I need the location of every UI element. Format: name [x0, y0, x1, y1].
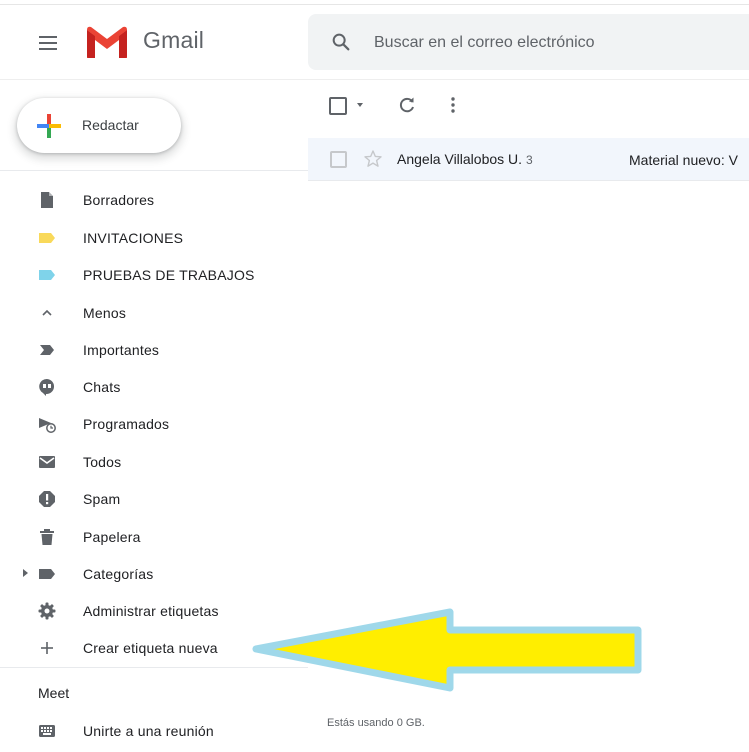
sidebar-item-label: Borradores [83, 192, 155, 208]
sidebar-item-importantes[interactable]: Importantes [0, 334, 300, 366]
sidebar-item-label: Unirte a una reunión [83, 723, 214, 739]
star-icon[interactable] [363, 149, 383, 169]
meet-section-title: Meet [38, 685, 70, 701]
sidebar-item-chats[interactable]: Chats [0, 371, 300, 403]
compose-button[interactable]: Redactar [17, 98, 181, 153]
sidebar-item-label: Spam [83, 491, 121, 507]
sidebar-item-label: Chats [83, 379, 121, 395]
sidebar-item-invitaciones[interactable]: INVITACIONES [0, 222, 300, 254]
sidebar-item-categorias[interactable]: Categorías [0, 558, 300, 590]
scheduled-icon [39, 418, 56, 433]
thread-count: 3 [526, 153, 533, 167]
gmail-logo-icon[interactable] [84, 24, 130, 60]
label-icon [39, 270, 55, 280]
sidebar-item-menos[interactable]: Menos [0, 297, 300, 329]
mail-icon [39, 456, 55, 468]
row-sender: Angela Villalobos U. 3 [397, 151, 533, 167]
sidebar-item-label: Papelera [83, 529, 141, 545]
header-divider [0, 79, 749, 80]
gmail-window: Gmail Redactar Borradores INVITACIONES [0, 0, 749, 752]
search-bar [308, 14, 749, 70]
table-row[interactable]: Angela Villalobos U. 3 Material nuevo: V [308, 138, 749, 181]
spam-icon [39, 491, 55, 507]
row-subject: Material nuevo: V [629, 152, 738, 168]
sidebar-item-label: Crear etiqueta nueva [83, 640, 218, 656]
search-input[interactable] [372, 28, 749, 58]
search-icon[interactable] [330, 31, 352, 53]
category-label-icon [39, 569, 55, 579]
more-vert-icon[interactable] [447, 95, 459, 115]
expand-arrow-icon[interactable] [23, 569, 28, 577]
select-options-chevron-down-icon[interactable] [357, 103, 363, 107]
sidebar-item-pruebas-de-trabajos[interactable]: PRUEBAS DE TRABAJOS [0, 259, 300, 291]
sidebar-item-unirte-a-una-reunion[interactable]: Unirte a una reunión [0, 715, 300, 747]
row-checkbox[interactable] [330, 151, 347, 168]
menu-bar [39, 36, 57, 38]
menu-bar [39, 48, 57, 50]
important-icon [40, 345, 54, 355]
gear-icon [38, 602, 56, 620]
sidebar-item-papelera[interactable]: Papelera [0, 521, 300, 553]
chevron-up-icon [42, 309, 52, 316]
gmail-brand-text: Gmail [143, 27, 205, 53]
sidebar-item-label: Importantes [83, 342, 160, 358]
select-all-checkbox[interactable] [329, 97, 347, 115]
sidebar-item-label: PRUEBAS DE TRABAJOS [83, 267, 255, 283]
sidebar-item-label: Programados [83, 416, 170, 432]
sidebar-item-label: Menos [83, 305, 127, 321]
annotation-arrow [252, 608, 642, 692]
compose-label: Redactar [82, 117, 139, 133]
sidebar-item-programados[interactable]: Programados [0, 408, 300, 440]
sidebar-top-divider [0, 170, 308, 171]
sidebar-item-todos[interactable]: Todos [0, 446, 300, 478]
storage-usage-text: Estás usando 0 GB. [327, 717, 425, 729]
refresh-icon[interactable] [397, 95, 417, 115]
draft-icon [41, 192, 53, 208]
main-menu-button[interactable] [34, 29, 62, 57]
trash-icon [40, 529, 54, 545]
label-icon [39, 233, 55, 243]
sidebar-item-spam[interactable]: Spam [0, 483, 300, 515]
plus-icon [41, 642, 53, 654]
menu-bar [39, 42, 57, 44]
sidebar-item-borradores[interactable]: Borradores [0, 184, 300, 216]
compose-plus-icon [37, 114, 61, 138]
top-edge [0, 0, 749, 5]
sidebar-item-label: Administrar etiquetas [83, 603, 219, 619]
sidebar-item-label: Todos [83, 454, 122, 470]
sidebar-item-label: Categorías [83, 566, 154, 582]
chat-icon [39, 378, 55, 396]
keyboard-icon [39, 725, 55, 737]
sidebar-item-label: INVITACIONES [83, 230, 184, 246]
sender-name: Angela Villalobos U. [397, 151, 523, 167]
